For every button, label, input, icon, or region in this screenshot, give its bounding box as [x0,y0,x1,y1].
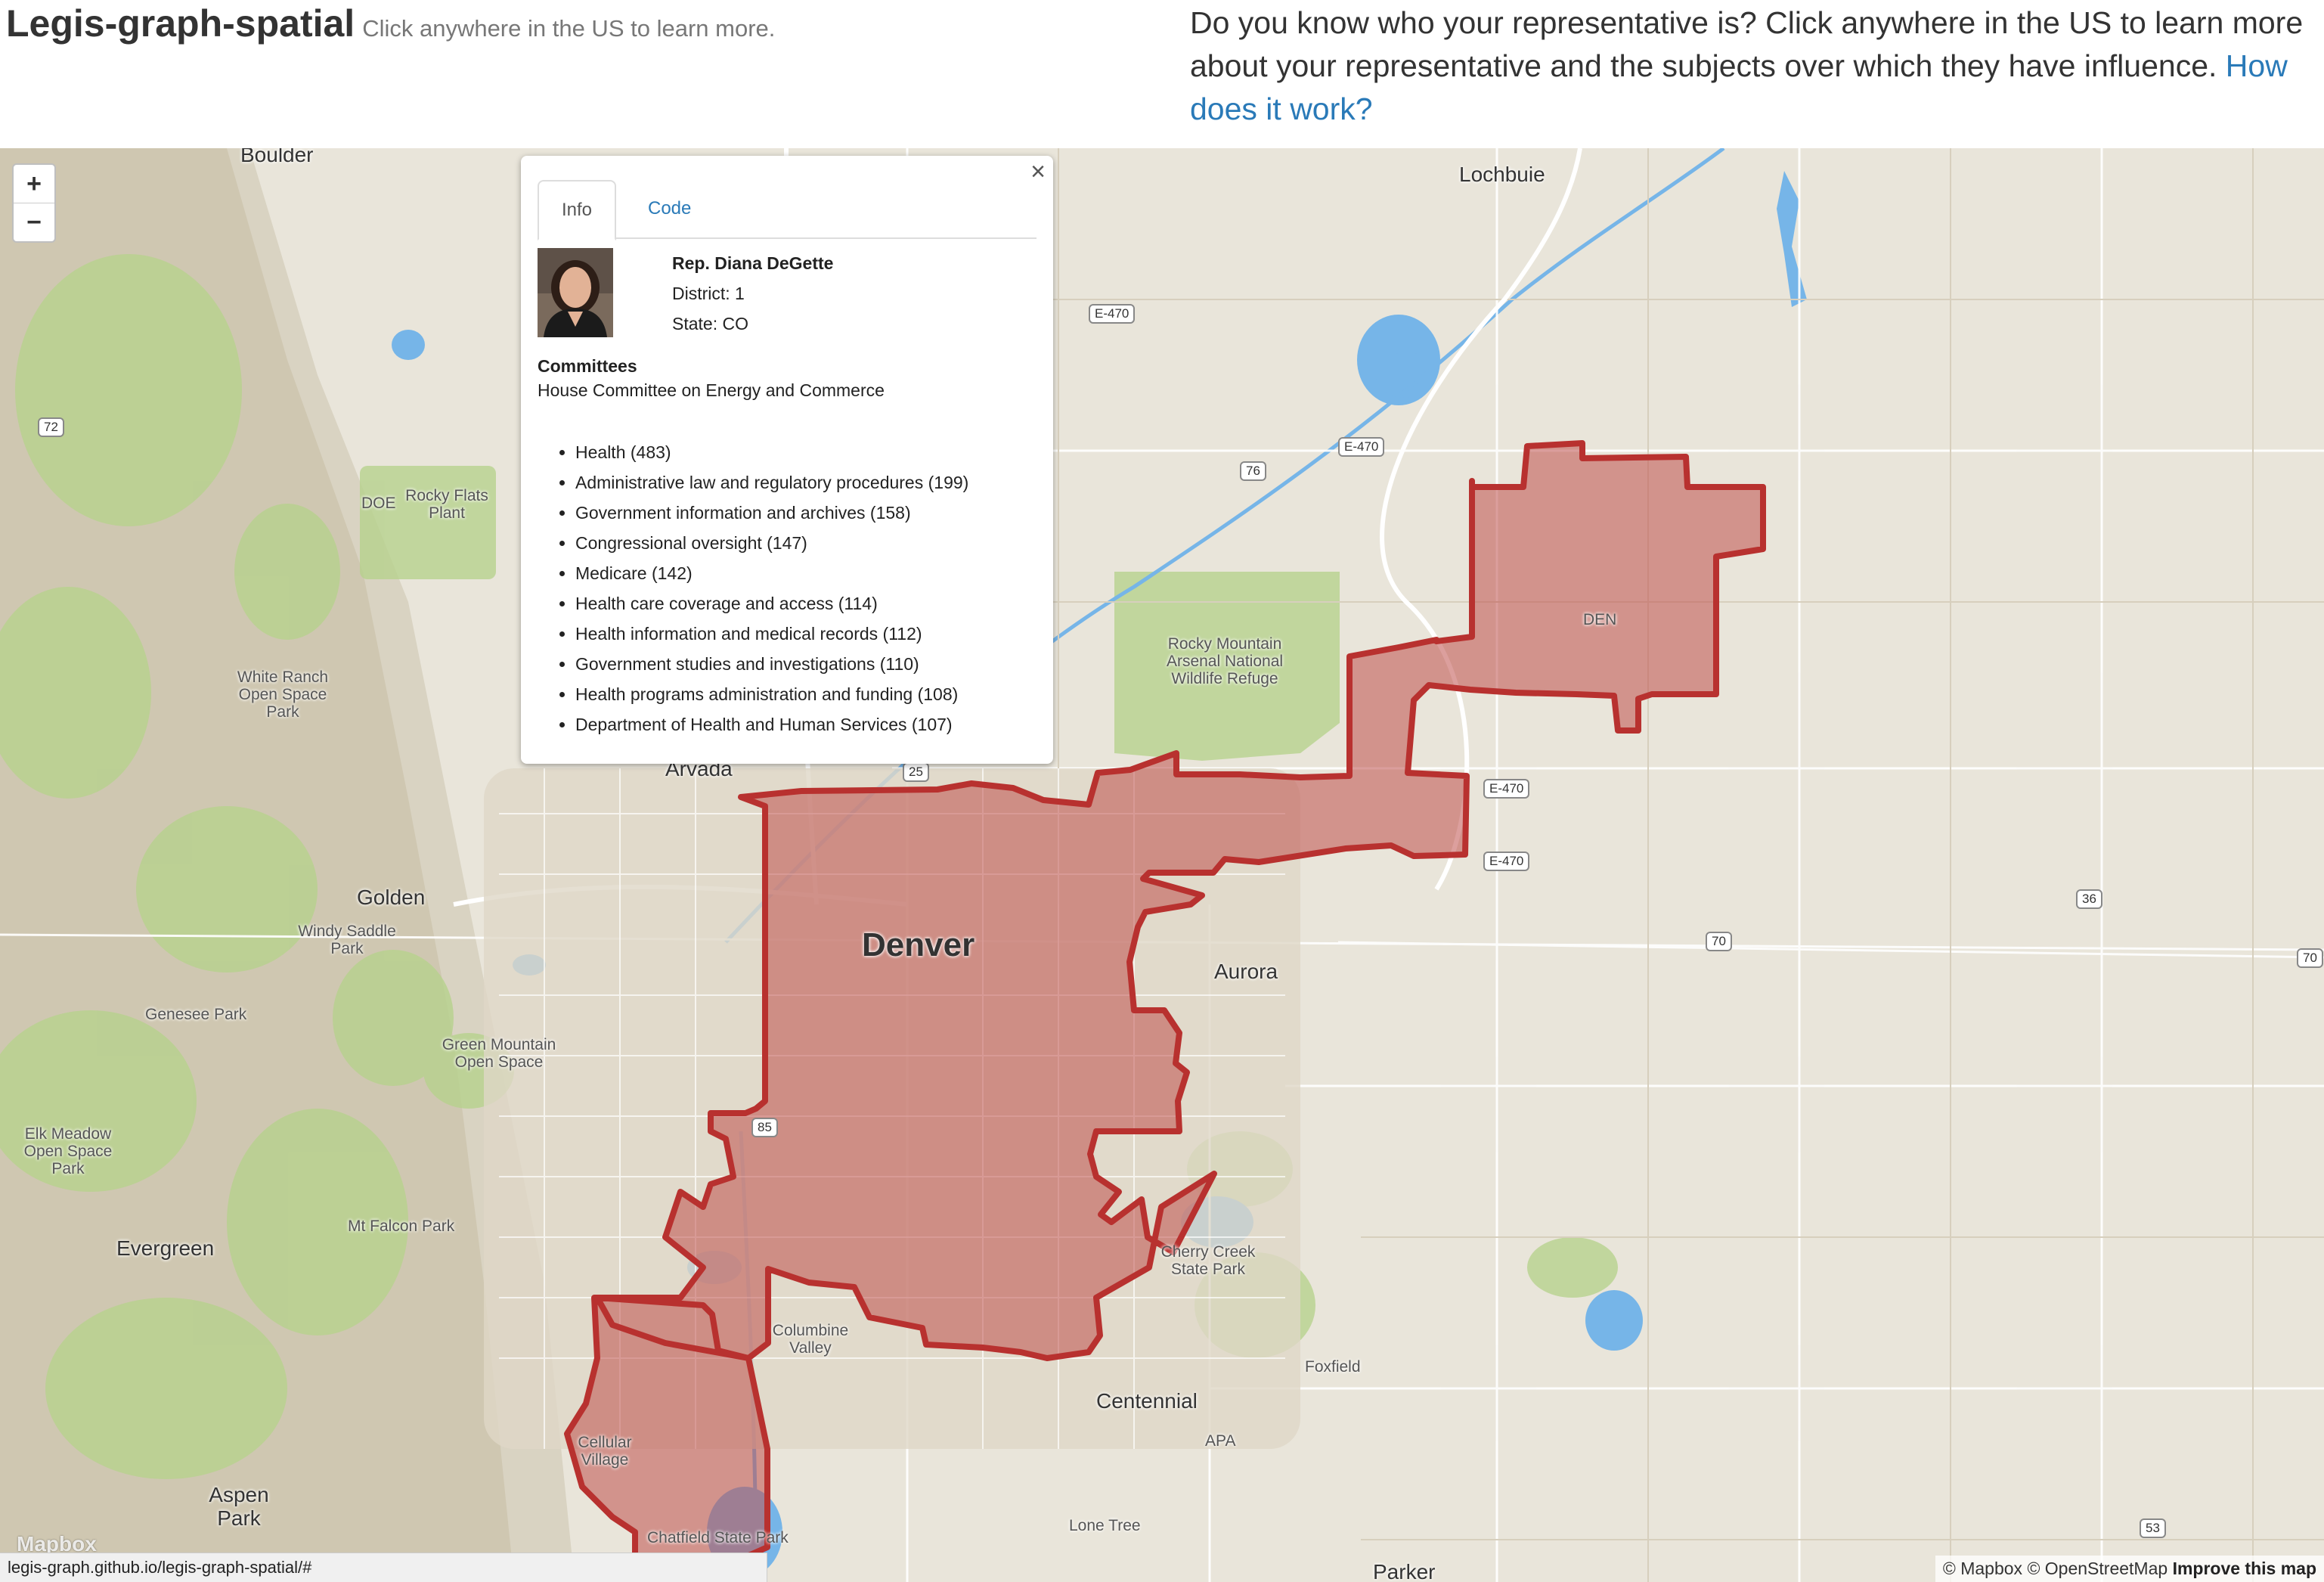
shield-us85: 85 [751,1118,778,1137]
app-title[interactable]: Legis-graph-spatial [6,2,355,45]
tab-info[interactable]: Info [538,180,617,240]
label-parker: Parker [1373,1560,1436,1582]
tab-code[interactable]: Code [625,180,714,237]
representative-state: State: CO [672,314,748,333]
shield-e470: E-470 [1338,437,1385,457]
label-genesee: Genesee Park [145,1006,247,1023]
label-aspen-park: Aspen Park [209,1483,269,1530]
label-mt-falcon: Mt Falcon Park [348,1218,455,1235]
shield-us36: 36 [2076,889,2102,909]
shield-e470: E-470 [1089,304,1136,324]
shield-i70: 70 [1706,932,1732,951]
subject-item: Administrative law and regulatory proced… [575,467,968,498]
subject-item: Health information and medical records (… [575,619,968,649]
status-bar-url: legis-graph.github.io/legis-graph-spatia… [0,1553,767,1582]
label-aurora: Aurora [1214,960,1278,983]
label-rocky-flats: Rocky Flats Plant [405,487,488,523]
label-centennial: Centennial [1096,1389,1198,1413]
subject-item: Health (483) [575,437,968,467]
representative-photo [538,248,613,337]
subject-item: Medicare (142) [575,558,968,588]
subject-item: Health care coverage and access (114) [575,588,968,619]
zoom-control: + − [12,163,56,243]
app-tagline: Click anywhere in the US to learn more. [362,15,776,42]
label-doe: DOE [361,495,396,512]
intro-text: Do you know who your representative is? … [1190,5,2304,83]
label-cherry-creek: Cherry Creek State Park [1160,1243,1256,1279]
committee-name: House Committee on Energy and Commerce [538,380,885,400]
label-elk-meadow: Elk Meadow Open Space Park [23,1125,113,1178]
attribution-mapbox-link[interactable]: © Mapbox [1943,1559,2022,1578]
label-denver: Denver [862,926,975,963]
representative-name: Rep. Diana DeGette [672,253,834,273]
label-white-ranch: White Ranch Open Space Park [237,668,329,721]
label-apa: APA [1205,1432,1236,1450]
subject-item: Government information and archives (158… [575,498,968,528]
shield-co53: 53 [2140,1518,2166,1538]
representative-info: Rep. Diana DeGette District: 1 State: CO [672,248,833,339]
shield-co72: 72 [38,417,64,437]
popup-tabs: Info Code [538,180,1037,240]
label-columbine: Columbine Valley [772,1322,849,1357]
improve-map-link[interactable]: Improve this map [2173,1559,2316,1578]
page-header: Legis-graph-spatial Click anywhere in the… [0,0,2324,148]
subject-item: Government studies and investigations (1… [575,649,968,679]
subject-item: Department of Health and Human Services … [575,709,968,740]
zoom-in-button[interactable]: + [14,165,54,203]
attribution-osm-link[interactable]: © OpenStreetMap [2027,1559,2168,1578]
label-lone-tree: Lone Tree [1069,1517,1141,1534]
label-den: DEN [1583,611,1617,628]
intro-paragraph: Do you know who your representative is? … [1190,2,2309,131]
subject-item: Congressional oversight (147) [575,528,968,558]
representative-popup: × Info Code Rep. Diana DeGette District:… [521,156,1053,764]
label-arsenal: Rocky Mountain Arsenal National Wildlife… [1166,635,1284,688]
committees-heading: Committees [538,356,637,376]
shield-i70: 70 [2297,948,2323,968]
subject-item: Health programs administration and fundi… [575,679,968,709]
label-green-mountain: Green Mountain Open Space [442,1036,556,1072]
label-chatfield: Chatfield State Park [647,1529,789,1546]
map-base-layer [0,148,2324,1582]
label-foxfield: Foxfield [1305,1358,1361,1376]
shield-i76: 76 [1240,461,1266,481]
label-cellular-village: Cellular Village [578,1434,632,1469]
brand: Legis-graph-spatial Click anywhere in the… [6,2,775,45]
subjects-list: Health (483) Administrative law and regu… [538,437,968,740]
zoom-out-button[interactable]: − [14,203,54,241]
shield-e470: E-470 [1483,851,1530,871]
label-golden: Golden [357,886,426,909]
label-lochbuie: Lochbuie [1459,163,1545,186]
label-boulder: Boulder [240,148,314,166]
map-canvas[interactable]: + − Boulder Lochbuie Rocky Flats Plant D… [0,148,2324,1582]
shield-i25: 25 [903,762,929,782]
label-windy-saddle: Windy Saddle Park [298,923,396,958]
representative-district: District: 1 [672,284,745,303]
map-attribution: © Mapbox © OpenStreetMap Improve this ma… [1935,1556,2324,1582]
committees-section: Committees House Committee on Energy and… [538,354,885,402]
shield-e470: E-470 [1483,779,1530,799]
label-evergreen: Evergreen [116,1236,215,1260]
